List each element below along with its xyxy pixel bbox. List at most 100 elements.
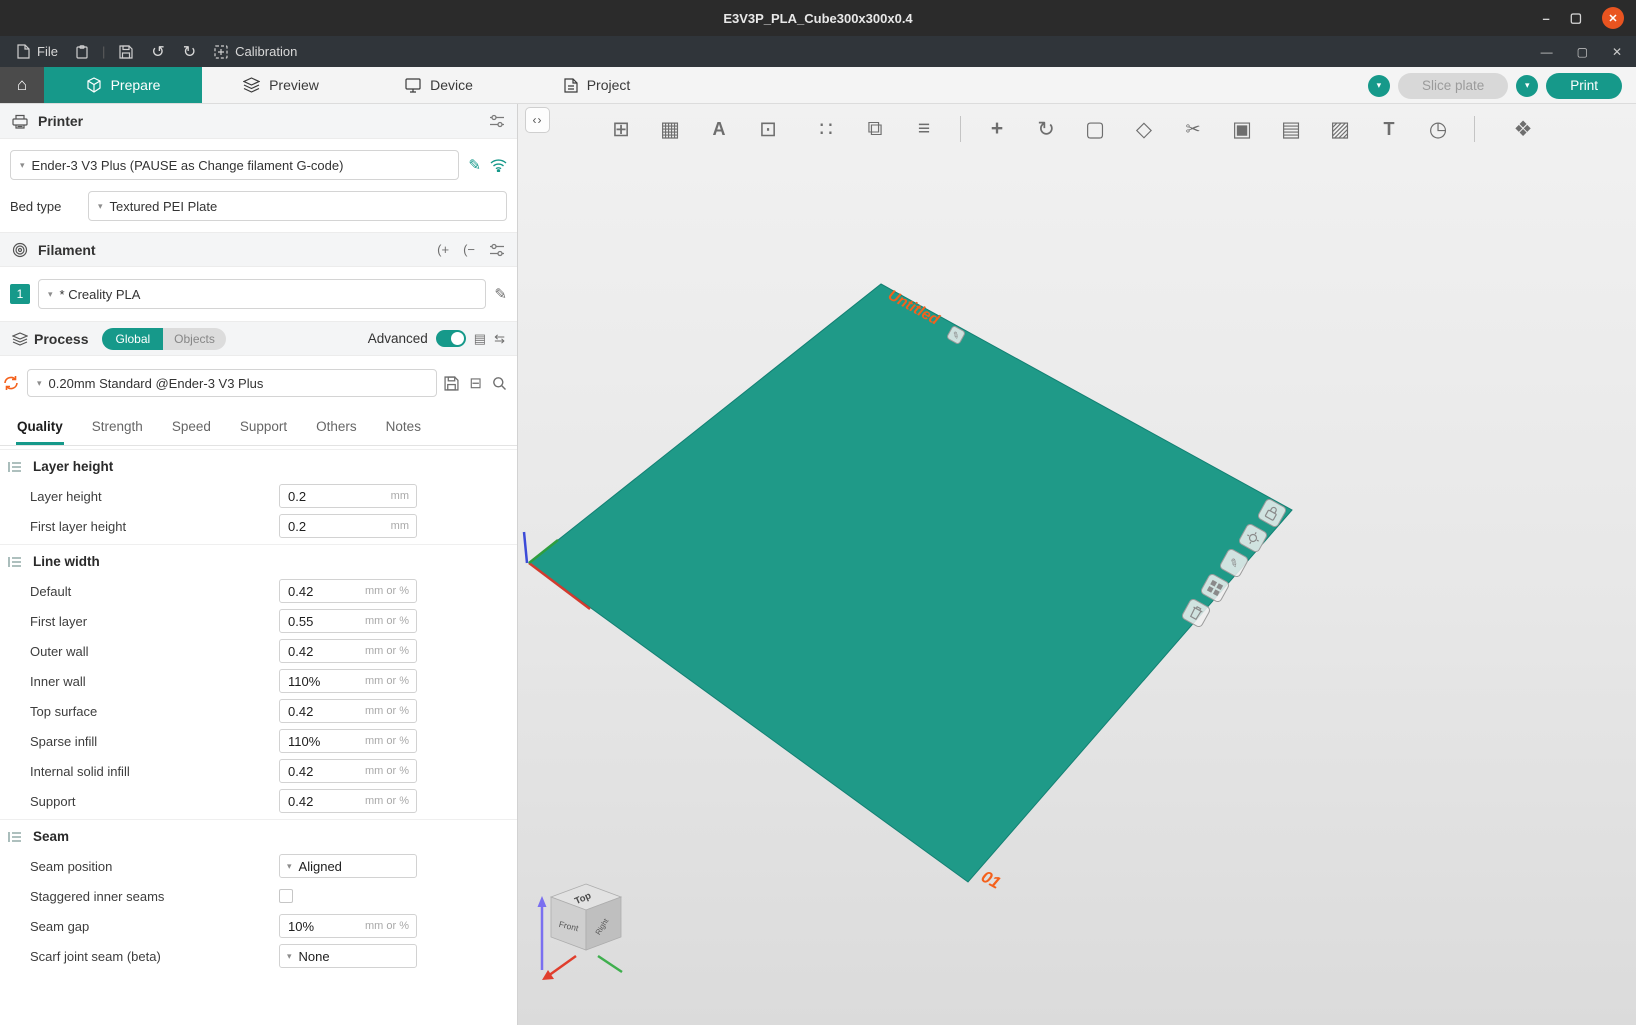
model-plate-object[interactable] <box>528 283 1293 883</box>
first-layer-height-input-field[interactable] <box>280 515 372 537</box>
filament-edit-icon[interactable]: ✎ <box>494 285 507 303</box>
line-width-first-layer-input[interactable]: mm or % <box>279 609 417 633</box>
variable-layer-height-icon[interactable]: ▤ <box>1274 112 1308 146</box>
tab-preview[interactable]: Preview <box>202 67 360 103</box>
remove-filament-icon[interactable]: (− <box>463 242 475 257</box>
sync-icon[interactable] <box>2 374 20 392</box>
cut-tool-icon[interactable]: ✂ <box>1176 112 1210 146</box>
measure-tool-icon[interactable]: ◷ <box>1421 112 1455 146</box>
minimize-button[interactable]: – <box>1542 11 1549 26</box>
app-close-button[interactable]: ✕ <box>1612 45 1622 59</box>
lay-flat-tool-icon[interactable]: ◇ <box>1127 112 1161 146</box>
clone-tool-icon[interactable]: ▣ <box>1225 112 1259 146</box>
app-minimize-button[interactable]: — <box>1541 45 1553 59</box>
scarf-joint-seam-select[interactable]: ▾ None <box>279 944 417 968</box>
save-preset-icon[interactable] <box>444 375 459 391</box>
assembly-view-icon[interactable]: ❖ <box>1506 112 1540 146</box>
add-plate-icon[interactable]: ▦ <box>653 112 687 146</box>
plate-number-label[interactable]: 01 <box>978 867 1004 893</box>
internal-solid-infill-input[interactable]: mm or % <box>279 759 417 783</box>
file-menu[interactable]: File <box>8 36 67 67</box>
sparse-infill-field[interactable] <box>280 730 372 752</box>
inner-wall-field[interactable] <box>280 670 372 692</box>
bed-type-select[interactable]: ▾ Textured PEI Plate <box>88 191 507 221</box>
printer-settings-icon[interactable] <box>489 114 505 128</box>
process-profile-select[interactable]: ▾ 0.20mm Standard @Ender-3 V3 Plus <box>27 369 438 397</box>
ptab-notes[interactable]: Notes <box>385 409 422 445</box>
calibration-menu[interactable]: Calibration <box>205 36 306 67</box>
printer-edit-icon[interactable]: ✎ <box>468 156 481 174</box>
app-maximize-button[interactable]: ▢ <box>1577 45 1588 59</box>
arrange-icon[interactable]: ⊡ <box>751 112 785 146</box>
ptab-quality[interactable]: Quality <box>16 409 64 445</box>
support-line-width-field[interactable] <box>280 790 372 812</box>
line-width-default-input[interactable]: mm or % <box>279 579 417 603</box>
layer-height-input[interactable]: mm <box>279 484 417 508</box>
text-tool-icon[interactable]: T <box>1372 112 1406 146</box>
first-layer-height-input[interactable]: mm <box>279 514 417 538</box>
tab-device[interactable]: Device <box>360 67 518 103</box>
preset-compare-icon[interactable]: ⇆ <box>494 331 505 347</box>
wifi-icon[interactable] <box>490 158 507 172</box>
close-button[interactable]: ✕ <box>1602 7 1624 29</box>
slice-plate-button[interactable]: Slice plate <box>1397 72 1509 99</box>
line-width-first-layer-field[interactable] <box>280 610 372 632</box>
undo-icon[interactable]: ↺ <box>142 36 173 67</box>
clipboard-icon[interactable] <box>67 36 97 67</box>
view-cube[interactable]: Top Front Right <box>537 883 623 980</box>
rotate-tool-icon[interactable]: ↻ <box>1029 112 1063 146</box>
home-button[interactable]: ⌂ <box>0 67 44 103</box>
print-button[interactable]: Print <box>1546 72 1622 99</box>
ptab-support[interactable]: Support <box>239 409 288 445</box>
split-to-parts-icon[interactable]: ⧉ <box>858 112 892 146</box>
outer-wall-field[interactable] <box>280 640 372 662</box>
ptab-speed[interactable]: Speed <box>171 409 212 445</box>
internal-solid-infill-field[interactable] <box>280 760 372 782</box>
staggered-inner-seams-checkbox[interactable] <box>279 889 293 903</box>
scope-global[interactable]: Global <box>102 327 164 350</box>
filament-settings-icon[interactable] <box>489 243 505 257</box>
seam-gap-field[interactable] <box>280 915 372 937</box>
print-dropdown-button[interactable]: ▾ <box>1516 74 1539 97</box>
split-to-objects-icon[interactable]: ∷ <box>809 112 843 146</box>
printer-select[interactable]: ▾ Ender-3 V3 Plus (PAUSE as Change filam… <box>10 150 460 180</box>
advanced-toggle[interactable] <box>435 330 466 347</box>
preset-list-icon[interactable]: ▤ <box>474 331 486 347</box>
support-line-width-input[interactable]: mm or % <box>279 789 417 813</box>
seam-position-select[interactable]: ▾ Aligned <box>279 854 417 878</box>
top-surface-input[interactable]: mm or % <box>279 699 417 723</box>
scale-tool-icon[interactable]: ▢ <box>1078 112 1112 146</box>
redo-icon[interactable]: ↻ <box>174 36 205 67</box>
auto-orient-icon[interactable]: A <box>702 112 736 146</box>
tab-prepare[interactable]: Prepare <box>44 67 202 103</box>
save-icon[interactable] <box>110 36 142 67</box>
group-title: Layer height <box>33 459 114 474</box>
top-surface-field[interactable] <box>280 700 372 722</box>
slice-dropdown-button[interactable]: ▾ <box>1367 74 1390 97</box>
sparse-infill-input[interactable]: mm or % <box>279 729 417 753</box>
outer-wall-input[interactable]: mm or % <box>279 639 417 663</box>
tab-prepare-label: Prepare <box>110 77 161 93</box>
delete-preset-icon[interactable]: ⊟ <box>469 374 482 392</box>
seam-gap-input[interactable]: mm or % <box>279 914 417 938</box>
scene-canvas[interactable]: Untitled ✎ 01 ✎ Top Front Right <box>518 104 1636 1025</box>
filament-index-badge[interactable]: 1 <box>10 284 30 304</box>
collapse-sidebar-button[interactable]: ‹› <box>525 107 550 133</box>
line-width-default-field[interactable] <box>280 580 372 602</box>
viewport-3d[interactable]: ‹› ⊞ ▦ A ⊡ ∷ ⧉ ≡ + ↻ ▢ ◇ ✂ ▣ ▤ ▨ T ◷ ❖ U… <box>518 104 1636 1025</box>
scope-objects[interactable]: Objects <box>163 327 226 350</box>
filament-select[interactable]: ▾ * Creality PLA <box>38 279 487 309</box>
layer-height-input-field[interactable] <box>280 485 372 507</box>
move-tool-icon[interactable]: + <box>980 112 1014 146</box>
search-icon[interactable] <box>492 376 507 391</box>
add-filament-icon[interactable]: (+ <box>437 242 449 257</box>
seam-painting-icon[interactable]: ▨ <box>1323 112 1357 146</box>
file-menu-label: File <box>37 44 58 59</box>
maximize-button[interactable]: ▢ <box>1570 10 1582 26</box>
ptab-others[interactable]: Others <box>315 409 358 445</box>
inner-wall-input[interactable]: mm or % <box>279 669 417 693</box>
object-list-icon[interactable]: ≡ <box>907 112 941 146</box>
add-object-icon[interactable]: ⊞ <box>604 112 638 146</box>
tab-project[interactable]: Project <box>518 67 676 103</box>
ptab-strength[interactable]: Strength <box>91 409 144 445</box>
